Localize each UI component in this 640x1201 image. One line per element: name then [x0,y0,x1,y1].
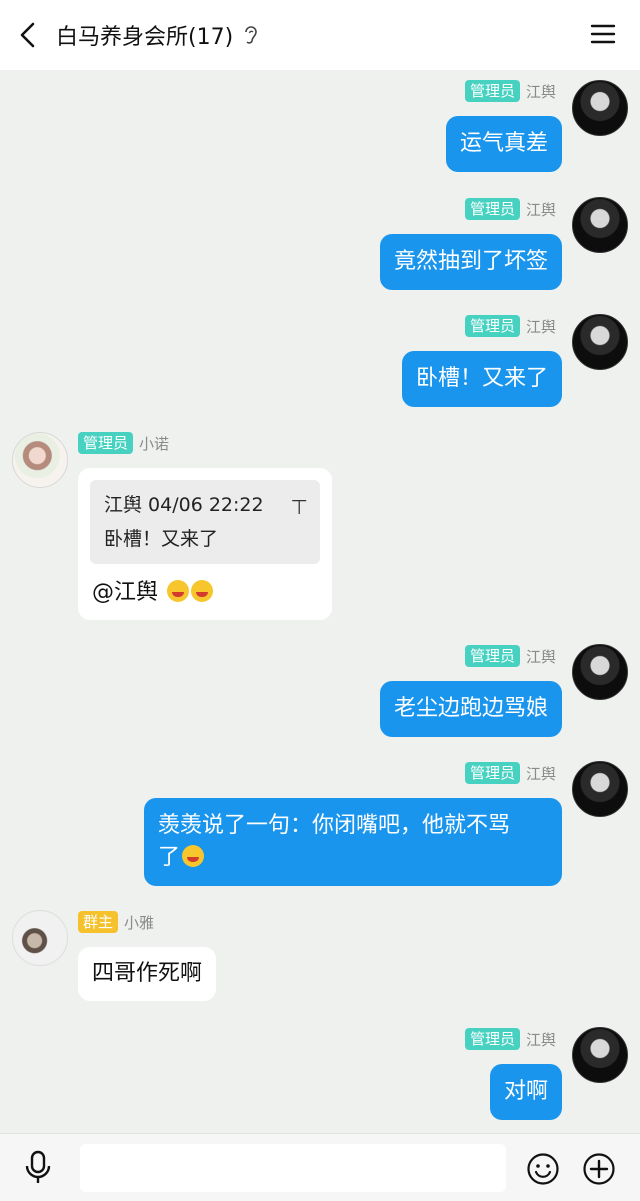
sender-meta: 管理员 小诺 [78,432,169,454]
microphone-icon[interactable] [22,1150,54,1186]
sender-meta: 群主 小雅 [78,911,154,933]
sender-meta: 管理员 江舆 [464,762,556,784]
outgoing-message-bubble[interactable]: 卧槽！又来了 [401,351,562,407]
outgoing-message-bubble[interactable]: 运气真差 [445,116,562,172]
message-text: 四哥作死啊 [92,961,203,986]
chat-header: 白马养身会所(17) [0,0,640,70]
input-bar [0,1133,640,1201]
quote-header: 江舆 04/06 22:22 [104,494,264,516]
sender-meta: 管理员 江舆 [464,645,556,667]
outgoing-message-bubble[interactable]: 羡羡说了一句：你闭嘴吧，他就不骂 了 [144,798,562,886]
admin-badge: 管理员 [464,315,520,337]
avatar[interactable] [572,644,628,700]
avatar[interactable] [572,80,628,136]
sender-name: 江舆 [525,647,556,666]
admin-badge: 管理员 [464,80,520,102]
ear-icon [245,26,257,44]
outgoing-message-bubble[interactable]: 老尘边跑边骂娘 [379,681,562,737]
message-body: @江舆 [90,576,320,610]
outgoing-message-bubble[interactable]: 对啊 [489,1064,562,1120]
outgoing-message-bubble[interactable]: 竟然抽到了坏签 [379,234,562,290]
chat-title: 白马养身会所(17) [56,25,234,50]
avatar[interactable] [572,761,628,817]
quote-text: 卧槽！又来了 [104,528,219,550]
owner-badge: 群主 [78,911,119,933]
incoming-message-bubble[interactable]: 四哥作死啊 [78,947,217,1001]
message-text-line-2: 了 [158,842,548,874]
sender-meta: 管理员 江舆 [464,198,556,220]
sender-name: 江舆 [525,200,556,219]
admin-badge: 管理员 [464,762,520,784]
incoming-message-bubble[interactable]: 江舆 04/06 22:22 卧槽！又来了 ⊤ @江舆 [78,468,332,620]
sender-name: 小诺 [139,434,170,453]
smiley-icon[interactable] [526,1152,560,1186]
laughing-emoji-icon [167,580,190,602]
quoted-message[interactable]: 江舆 04/06 22:22 卧槽！又来了 ⊤ [90,480,320,564]
sender-meta: 管理员 江舆 [464,80,556,102]
message-text: 对啊 [503,1079,548,1104]
admin-badge: 管理员 [464,1028,520,1050]
message-text-line: 羡羡说了一句：你闭嘴吧，他就不骂 [158,813,511,838]
message-text: 老尘边跑边骂娘 [393,696,548,721]
sender-name: 小雅 [124,913,155,932]
admin-badge: 管理员 [464,645,520,667]
jump-to-top-icon[interactable]: ⊤ [291,490,308,524]
laughing-emoji-icon [182,845,205,867]
admin-badge: 管理员 [464,198,520,220]
sender-meta: 管理员 江舆 [464,1028,556,1050]
menu-icon[interactable] [590,22,616,46]
sender-name: 江舆 [525,82,556,101]
sender-meta: 管理员 江舆 [464,315,556,337]
back-arrow-icon[interactable] [14,20,44,50]
message-text: 竟然抽到了坏签 [393,249,548,274]
avatar[interactable] [572,314,628,370]
sender-name: 江舆 [525,764,556,783]
plus-circle-icon[interactable] [582,1152,616,1186]
sender-name: 江舆 [525,317,556,336]
message-text: 运气真差 [459,131,548,156]
laughing-emoji-icon [191,580,214,602]
chat-title-wrap[interactable]: 白马养身会所(17) [56,0,259,70]
message-text: 卧槽！又来了 [415,366,548,391]
message-input[interactable] [80,1144,506,1192]
admin-badge: 管理员 [78,432,134,454]
message-text: @江舆 [92,580,159,605]
avatar[interactable] [572,1027,628,1083]
avatar[interactable] [572,197,628,253]
avatar[interactable] [12,432,68,488]
avatar[interactable] [12,910,68,966]
sender-name: 江舆 [525,1030,556,1049]
